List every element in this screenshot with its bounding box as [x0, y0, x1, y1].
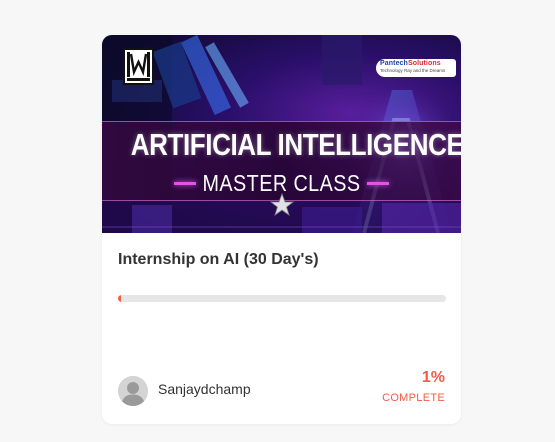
course-card[interactable]: PantechSolutions Technology Ray and the …	[102, 35, 461, 424]
partner-tagline: Technology Ray and the Dreams	[380, 68, 446, 73]
progress-percent: 1%	[421, 369, 445, 386]
progress-status: COMPLETE	[382, 392, 445, 404]
course-progress-bar	[118, 295, 446, 302]
course-banner-image[interactable]: PantechSolutions Technology Ray and the …	[102, 35, 461, 233]
subtitle-right-line	[367, 182, 389, 185]
course-progress-fill	[118, 295, 122, 302]
user-avatar-icon[interactable]	[118, 376, 148, 406]
author-name[interactable]: Sanjaydchamp	[158, 381, 251, 397]
w-logo-icon	[123, 48, 154, 85]
banner-title: ARTIFICIAL INTELLIGENCE	[130, 127, 461, 162]
star-icon	[270, 193, 294, 217]
partner-name: PantechSolutions	[380, 60, 441, 67]
partner-logo: PantechSolutions Technology Ray and the …	[376, 59, 456, 77]
course-title[interactable]: Internship on AI (30 Day's)	[118, 251, 319, 269]
